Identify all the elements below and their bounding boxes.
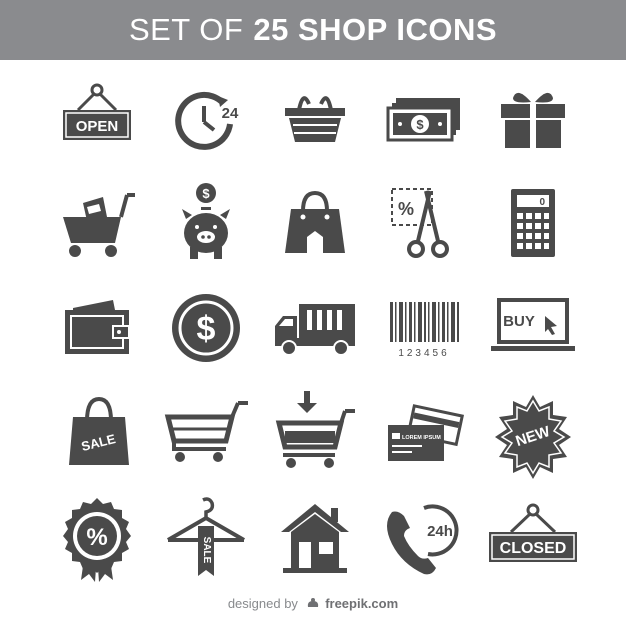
icon-cell-percent: % (49, 494, 145, 584)
icon-cell-clock: 24 (158, 78, 254, 168)
open-sign-text: OPEN (76, 118, 119, 135)
hanger-sale-icon: SALE (166, 497, 246, 576)
icon-cell-truck (267, 284, 363, 374)
icon-cell-phone: 24h (376, 494, 472, 584)
gift-box-icon (501, 92, 565, 148)
icon-cell-wallet (49, 284, 145, 374)
clock-24-text: 24 (222, 105, 239, 122)
icon-cell-new: NEW (485, 389, 581, 479)
calculator-display-text: 0 (539, 197, 545, 208)
shopping-basket-icon (285, 96, 345, 142)
icon-grid: OPEN 24 $ $ % 0 $ 123456 BUY SALE LOREM … (49, 78, 581, 582)
coin-dollar-text: $ (197, 310, 216, 348)
credit-prefix: designed by (227, 596, 298, 611)
icon-cell-banknotes: $ (376, 78, 472, 168)
icon-cell-add-cart (267, 389, 363, 479)
icon-cell-barcode: 123456 (376, 284, 472, 374)
title-banner: SET OF 25 SHOP ICONS (0, 0, 626, 60)
new-badge-icon: NEW (495, 395, 571, 479)
clock-24-icon: 24 (175, 91, 239, 150)
icon-cell-full-cart (49, 179, 145, 269)
empty-cart-icon (164, 401, 248, 462)
credit-cards-icon: LOREM IPSUM (388, 404, 465, 461)
barcode-icon: 123456 (390, 302, 459, 359)
freepik-logo-icon (307, 598, 318, 607)
buy-text: BUY (503, 313, 535, 330)
title-bold: 25 SHOP ICONS (253, 12, 498, 47)
shopping-cart-full-icon (63, 193, 135, 257)
banknote-dollar-text: $ (416, 117, 424, 132)
icon-cell-hanger: SALE (158, 494, 254, 584)
coupon-percent-text: % (398, 199, 414, 219)
credit-brand[interactable]: freepik.com (325, 596, 398, 611)
icon-cell-coupon: % (376, 179, 472, 269)
delivery-truck-icon (275, 304, 355, 356)
title-light: SET OF (128, 12, 244, 47)
icon-cell-piggy: $ (158, 179, 254, 269)
icon-cell-gift (485, 78, 581, 168)
icon-cell-bag (267, 179, 363, 269)
icon-cell-closed: CLOSED (485, 494, 581, 584)
store-house-icon (281, 504, 349, 573)
add-to-cart-icon (275, 391, 355, 468)
sale-bag-icon: SALE (69, 396, 129, 465)
icon-cell-calculator: 0 (485, 179, 581, 269)
icon-cell-open: OPEN (49, 78, 145, 168)
shopping-bag-icon (285, 190, 345, 253)
icon-cell-empty-cart (158, 389, 254, 479)
icon-cell-sale-bag: SALE (49, 389, 145, 479)
barcode-digits-text: 123456 (398, 348, 449, 359)
phone-24h-text: 24h (427, 523, 453, 540)
banknotes-icon: $ (386, 98, 460, 142)
dollar-coin-icon: $ (172, 294, 240, 362)
icon-cell-buy: BUY (485, 284, 581, 374)
wallet-icon (65, 300, 130, 354)
open-sign-icon: OPEN (63, 83, 131, 140)
closed-sign-text: CLOSED (500, 540, 567, 557)
icon-cell-coin: $ (158, 284, 254, 374)
percent-badge-icon: % (63, 498, 131, 582)
phone-24h-icon: 24h (387, 504, 459, 575)
card-text: LOREM IPSUM (402, 435, 441, 441)
icon-cell-store (267, 494, 363, 584)
piggy-coin-text: $ (202, 186, 210, 201)
percent-text: % (86, 524, 107, 551)
credit-line: designed by freepik.com (0, 596, 626, 611)
hanger-sale-text: SALE (201, 537, 212, 564)
icon-cell-cards: LOREM IPSUM (376, 389, 472, 479)
piggy-bank-icon: $ (182, 183, 230, 259)
discount-coupon-scissors-icon: % (391, 188, 449, 258)
buy-laptop-icon: BUY (491, 298, 575, 351)
calculator-icon: 0 (511, 189, 555, 257)
icon-cell-basket (267, 78, 363, 168)
closed-sign-icon: CLOSED (489, 503, 577, 562)
